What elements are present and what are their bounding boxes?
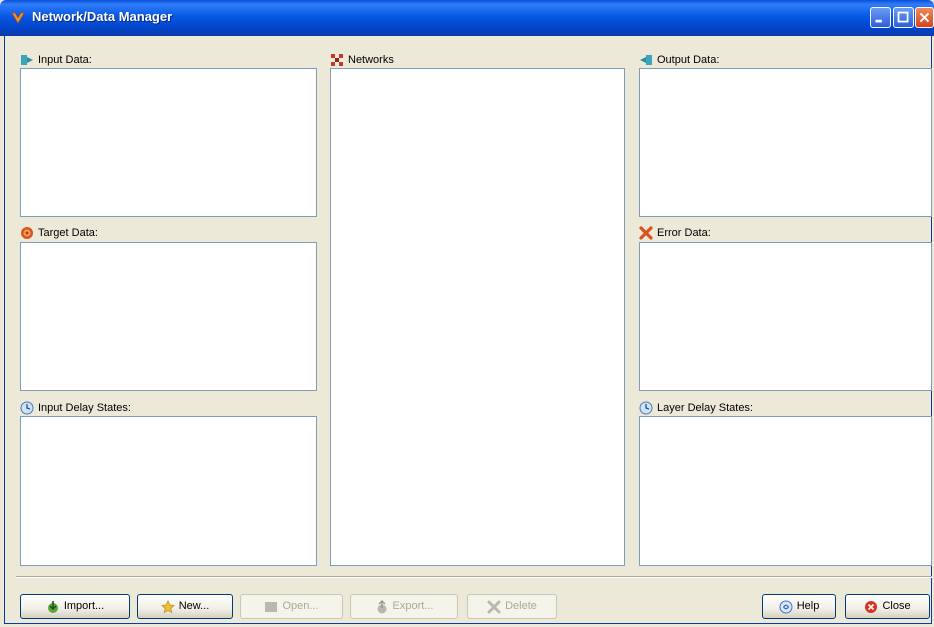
networks-label: Networks: [330, 52, 394, 68]
output-data-icon: [639, 53, 653, 67]
maximize-button[interactable]: [893, 7, 914, 28]
close-circle-icon: [864, 600, 878, 614]
new-button[interactable]: New...: [137, 594, 233, 619]
network-icon: [330, 53, 344, 67]
output-data-list[interactable]: [639, 68, 932, 217]
input-delay-states-label: Input Delay States:: [20, 400, 131, 416]
target-icon: [20, 226, 34, 240]
export-button[interactable]: Export...: [350, 594, 458, 619]
input-delay-states-list[interactable]: [20, 416, 317, 566]
error-icon: [639, 226, 653, 240]
import-icon: [46, 600, 60, 614]
error-data-list[interactable]: [639, 242, 932, 391]
button-separator: [16, 576, 932, 578]
open-icon: [264, 600, 278, 614]
import-button[interactable]: Import...: [20, 594, 130, 619]
close-button[interactable]: Close: [845, 594, 930, 619]
minimize-icon: [875, 19, 882, 23]
app-icon: [10, 10, 26, 26]
input-data-icon: [20, 53, 34, 67]
delete-icon: [487, 600, 501, 614]
error-data-label: Error Data:: [639, 225, 711, 241]
maximize-icon: [897, 11, 909, 23]
target-data-list[interactable]: [20, 242, 317, 391]
layer-delay-states-list[interactable]: [639, 416, 932, 566]
networks-list[interactable]: [330, 68, 625, 566]
output-data-label: Output Data:: [639, 52, 719, 68]
delete-button[interactable]: Delete: [467, 594, 557, 619]
window-title: Network/Data Manager: [32, 9, 173, 24]
input-data-list[interactable]: [20, 68, 317, 217]
input-data-label: Input Data:: [20, 52, 92, 68]
help-icon: [779, 600, 793, 614]
close-window-button[interactable]: [915, 7, 934, 28]
export-icon: [375, 599, 389, 614]
minimize-button[interactable]: [870, 7, 891, 28]
close-icon: [919, 12, 930, 23]
title-bar[interactable]: Network/Data Manager: [0, 0, 934, 36]
layer-delay-states-label: Layer Delay States:: [639, 400, 753, 416]
target-data-label: Target Data:: [20, 225, 98, 241]
new-icon: [160, 599, 175, 614]
help-button[interactable]: Help: [762, 594, 836, 619]
delay-clock-icon: [639, 401, 653, 415]
delay-clock-icon: [20, 401, 34, 415]
open-button[interactable]: Open...: [240, 594, 343, 619]
network-data-manager-window: Network/Data Manager Input Data: Target …: [0, 0, 934, 627]
